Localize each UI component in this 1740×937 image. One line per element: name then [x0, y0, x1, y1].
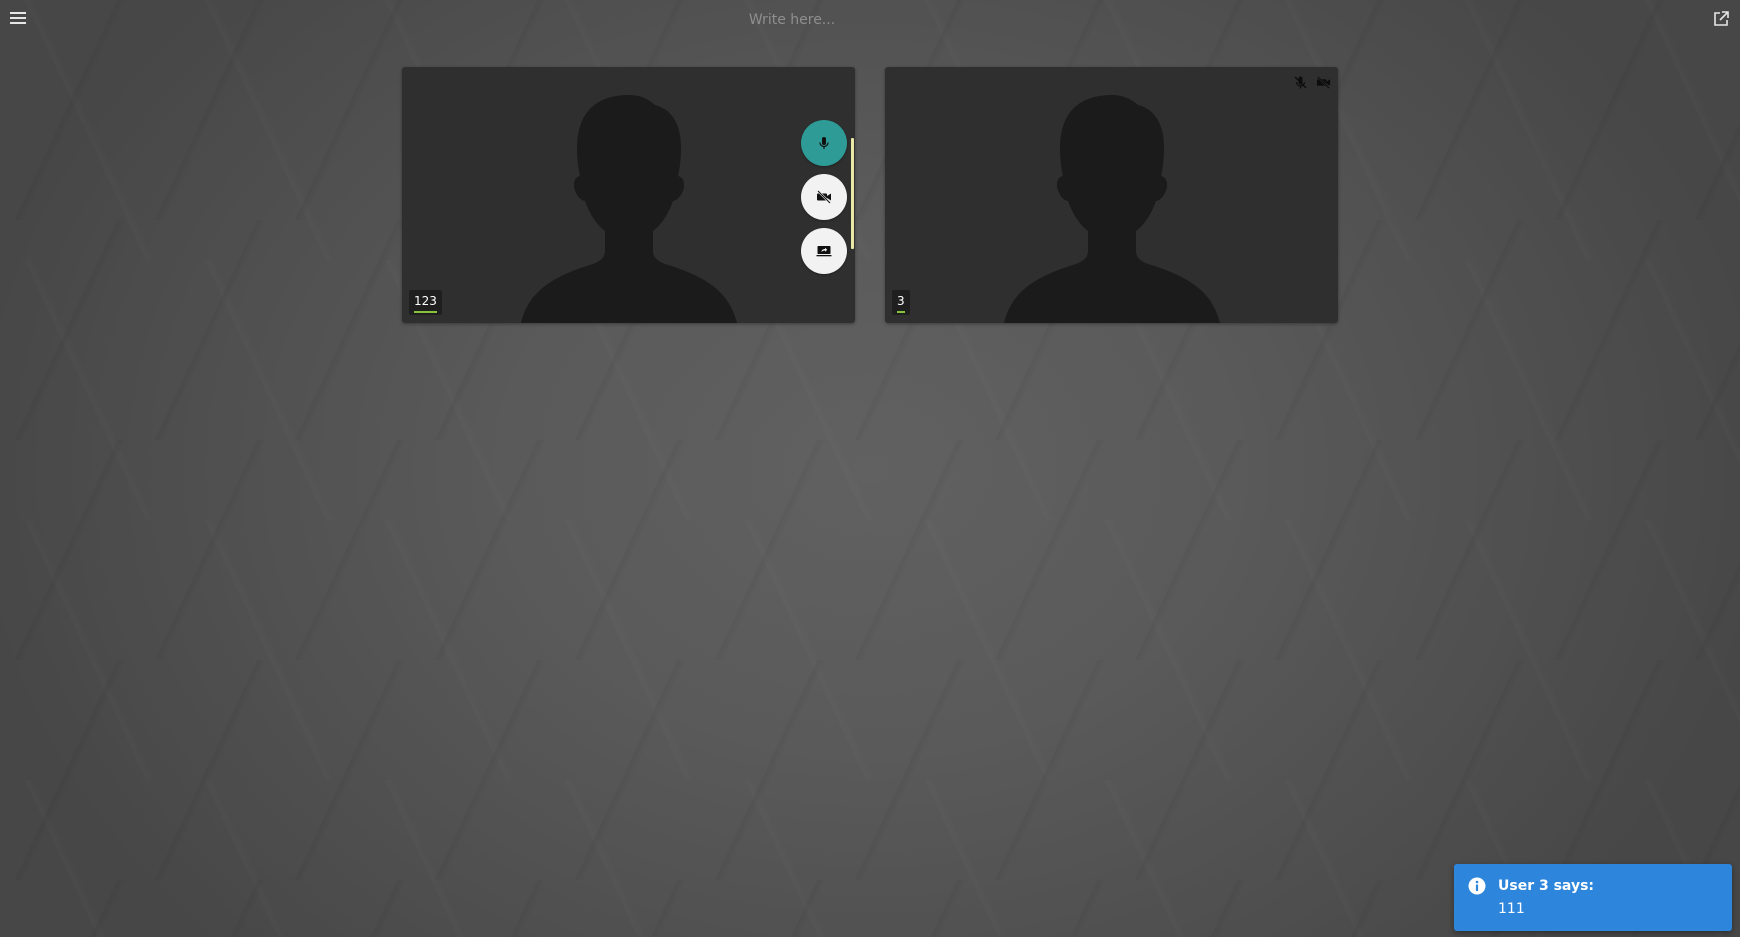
participant-name-tag: 123	[409, 290, 442, 315]
screen-share-button[interactable]	[801, 228, 847, 274]
camera-off-icon	[817, 190, 831, 204]
hamburger-menu-icon[interactable]	[9, 10, 27, 26]
camera-toggle-button[interactable]	[801, 174, 847, 220]
notification-title: User 3 says:	[1498, 878, 1594, 894]
camera-off-icon	[1316, 75, 1331, 90]
microphone-toggle-button[interactable]	[801, 120, 847, 166]
audio-level-indicator	[897, 311, 905, 313]
chat-notification-toast[interactable]: User 3 says: 111	[1454, 864, 1732, 931]
participant-name-tag: 3	[892, 290, 910, 315]
topic-input[interactable]	[640, 6, 944, 34]
info-icon	[1468, 877, 1486, 895]
background-pattern	[0, 0, 1740, 937]
notification-message: 111	[1498, 901, 1525, 917]
local-video-tile: 123	[402, 67, 855, 323]
microphone-muted-icon	[1293, 75, 1308, 90]
screen-share-icon	[816, 246, 832, 257]
audio-level-indicator	[414, 311, 437, 313]
audio-level-bar	[851, 138, 854, 249]
microphone-icon	[819, 137, 829, 149]
external-link-icon[interactable]	[1712, 10, 1730, 28]
avatar-silhouette	[520, 95, 737, 323]
participant-name: 123	[414, 294, 437, 308]
participant-name: 3	[897, 294, 905, 308]
avatar-silhouette	[1003, 95, 1220, 323]
remote-video-tile: 3	[885, 67, 1338, 323]
remote-status-icons	[1293, 75, 1331, 90]
